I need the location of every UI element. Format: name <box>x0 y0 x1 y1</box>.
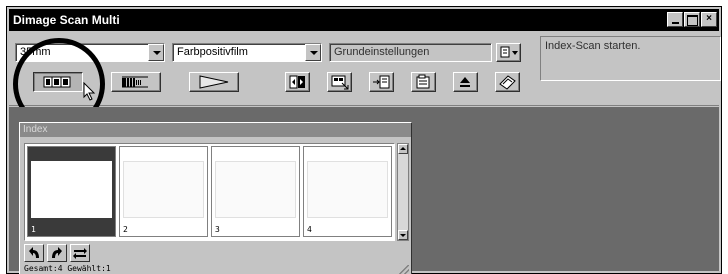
thumbnail[interactable]: 4 <box>303 146 392 237</box>
title-bar[interactable]: Dimage Scan Multi × <box>9 9 719 31</box>
help-button[interactable] <box>495 72 520 92</box>
main-window: Dimage Scan Multi × 35mm Farbpositivfilm… <box>6 6 722 274</box>
export-icon <box>373 75 390 89</box>
resize-grip-icon[interactable] <box>399 265 409 274</box>
thumbnail-area: 1 2 3 4 <box>24 143 395 241</box>
toolbar: 35mm Farbpositivfilm Grundeinstellungen … <box>9 32 721 106</box>
rotate-right-button[interactable] <box>47 244 67 262</box>
rotate-left-icon <box>29 247 39 258</box>
thumbnail-image <box>123 161 204 218</box>
prescan-icon <box>122 76 148 88</box>
scroll-up-arrow-icon[interactable] <box>398 144 408 154</box>
index-panel: Index 1 2 3 4 Gesamt:4 Gewählt:1 <box>19 122 412 274</box>
settings-menu-button[interactable] <box>496 43 521 62</box>
close-button[interactable]: × <box>701 12 717 27</box>
index-panel-title[interactable]: Index <box>20 123 411 137</box>
thumbnail-number: 4 <box>307 225 312 234</box>
chevron-down-icon[interactable] <box>148 44 164 61</box>
thumbnail[interactable]: 2 <box>119 146 208 237</box>
rotate-right-icon <box>52 247 62 258</box>
window-title: Dimage Scan Multi <box>13 13 120 27</box>
message-text: Index-Scan starten. <box>545 40 641 52</box>
crop-icon <box>331 75 349 90</box>
scroll-down-arrow-icon[interactable] <box>398 230 408 240</box>
list-menu-icon <box>500 46 518 58</box>
swap-button[interactable] <box>70 244 90 262</box>
scan-button[interactable] <box>189 72 239 92</box>
rotate-left-button[interactable] <box>24 244 44 262</box>
thumbnail[interactable]: 3 <box>211 146 300 237</box>
minimize-button[interactable] <box>667 12 683 27</box>
thumbnail-number: 2 <box>123 225 128 234</box>
crop-button[interactable] <box>327 72 352 92</box>
help-book-icon <box>499 75 516 90</box>
export-button[interactable] <box>369 72 394 92</box>
thumbnail[interactable]: 1 <box>27 146 116 237</box>
flip-button[interactable] <box>285 72 310 92</box>
thumbnail-number: 3 <box>215 225 220 234</box>
maximize-button[interactable] <box>684 12 700 27</box>
window-controls: × <box>667 12 717 27</box>
flip-icon <box>289 75 305 89</box>
film-type-value: Farbpositivfilm <box>177 46 248 58</box>
swap-icon <box>73 248 87 259</box>
thumbnail-number: 1 <box>31 225 36 234</box>
thumbnail-image <box>307 161 388 218</box>
vertical-scrollbar[interactable] <box>397 143 409 241</box>
message-box: Index-Scan starten. <box>540 36 721 81</box>
scan-arrow-icon <box>199 75 229 89</box>
thumbnail-image <box>31 161 112 218</box>
eject-button[interactable] <box>453 72 478 92</box>
film-type-select[interactable]: Farbpositivfilm <box>172 43 322 62</box>
preferences-icon <box>416 74 430 89</box>
preferences-button[interactable] <box>411 72 436 92</box>
settings-field[interactable]: Grundeinstellungen <box>329 43 492 62</box>
status-text: Gesamt:4 Gewählt:1 <box>24 264 111 273</box>
prescan-button[interactable] <box>111 72 161 92</box>
workspace: Index 1 2 3 4 Gesamt:4 Gewählt:1 <box>9 107 719 274</box>
eject-icon <box>460 77 470 87</box>
settings-value: Grundeinstellungen <box>334 46 430 58</box>
chevron-down-icon[interactable] <box>305 44 321 61</box>
thumbnail-image <box>215 161 296 218</box>
